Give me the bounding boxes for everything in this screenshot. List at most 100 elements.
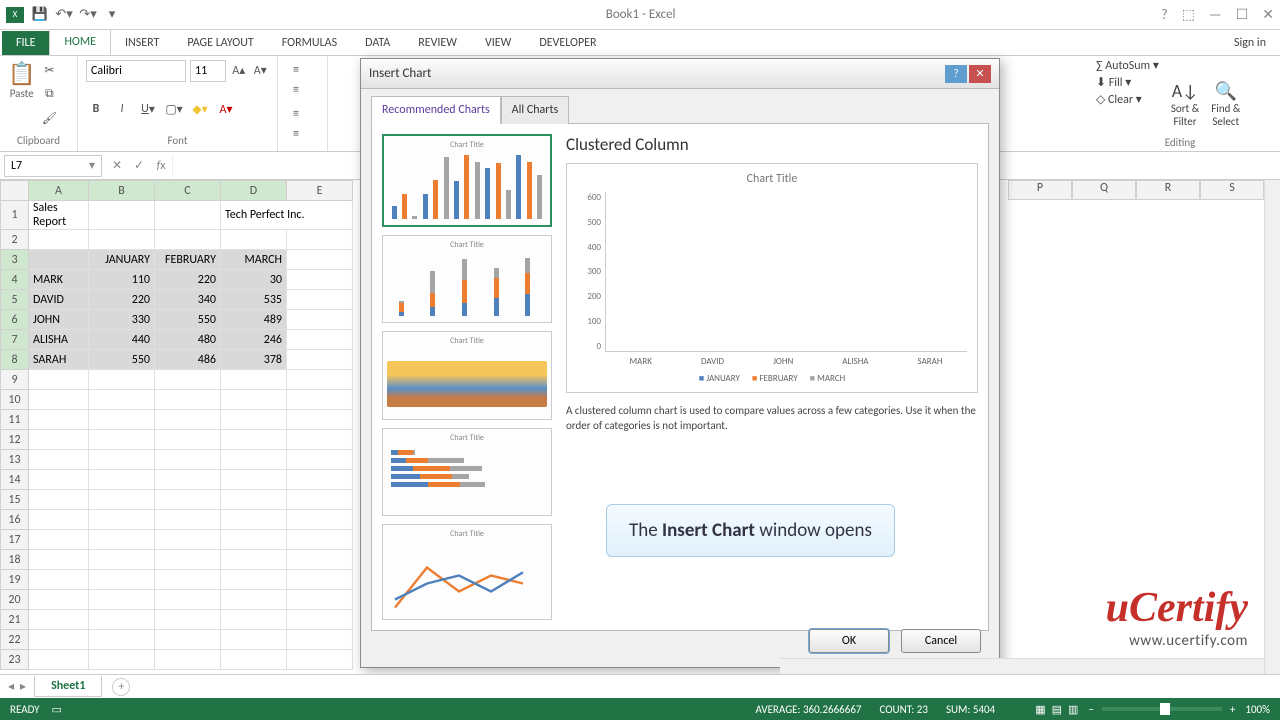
col-header-a[interactable]: A	[29, 181, 89, 201]
vertical-scrollbar[interactable]	[1264, 180, 1280, 674]
undo-icon[interactable]: ↶▾	[56, 7, 72, 23]
normal-view-icon[interactable]: ▦	[1035, 703, 1045, 716]
col-header-c[interactable]: C	[155, 181, 221, 201]
tab-formulas[interactable]: FORMULAS	[268, 31, 351, 55]
ribbon-options-icon[interactable]: ⬚	[1182, 6, 1195, 23]
close-icon[interactable]: ✕	[1262, 6, 1274, 23]
page-layout-view-icon[interactable]: ▤	[1052, 703, 1062, 716]
title-bar: X 💾 ↶▾ ↷▾ ▾ Book1 - Excel ? ⬚ — ☐ ✕	[0, 0, 1280, 30]
chart-preview-box[interactable]: Chart Title 6005004003002001000 MARKDAVI…	[566, 163, 978, 393]
editing-group-label: Editing	[1090, 136, 1270, 149]
horizontal-scrollbar[interactable]	[780, 658, 1264, 674]
insert-chart-dialog: Insert Chart ? ✕ Recommended Charts All …	[360, 58, 1000, 668]
col-header-b[interactable]: B	[89, 181, 155, 201]
format-painter-icon[interactable]: 🖌	[39, 108, 59, 128]
paste-icon[interactable]: 📋	[8, 60, 35, 87]
increase-font-icon[interactable]: A▴	[230, 60, 248, 80]
file-tab[interactable]: FILE	[2, 31, 49, 55]
macro-record-icon[interactable]: ▭	[52, 703, 62, 716]
clipboard-group: 📋 Paste ✂ ⧉ 🖌 Clipboard	[0, 56, 78, 151]
font-size-input[interactable]	[190, 60, 226, 82]
right-col-headers: P Q R S	[1008, 180, 1264, 200]
font-group: A▴ A▾ B I U▾ ▢▾ ◆▾ A▾ Font	[78, 56, 278, 151]
maximize-icon[interactable]: ☐	[1236, 6, 1249, 23]
copy-icon[interactable]: ⧉	[39, 84, 59, 104]
tab-insert[interactable]: INSERT	[111, 31, 173, 55]
cut-icon[interactable]: ✂	[39, 60, 59, 80]
dialog-close-icon[interactable]: ✕	[969, 65, 991, 83]
fill-button[interactable]: ⬇ Fill ▾	[1096, 75, 1159, 90]
tab-data[interactable]: DATA	[351, 31, 404, 55]
sheet-nav-first-icon[interactable]: ◂	[8, 679, 14, 694]
tab-recommended-charts[interactable]: Recommended Charts	[371, 96, 501, 124]
watermark-brand: uCertify	[1106, 584, 1248, 632]
cell[interactable]: Tech Perfect Inc.	[221, 201, 353, 230]
excel-icon: X	[6, 7, 24, 23]
status-bar: READY ▭ AVERAGE: 360.2666667 COUNT: 23 S…	[0, 698, 1280, 720]
clipboard-group-label: Clipboard	[8, 132, 69, 147]
tab-page-layout[interactable]: PAGE LAYOUT	[173, 31, 267, 55]
zoom-out-icon[interactable]: −	[1088, 703, 1093, 716]
tab-review[interactable]: REVIEW	[404, 31, 471, 55]
quick-access-toolbar: X 💾 ↶▾ ↷▾ ▾	[6, 7, 120, 23]
zoom-in-icon[interactable]: +	[1230, 703, 1235, 716]
zoom-slider[interactable]	[1102, 707, 1222, 711]
watermark-url: www.ucertify.com	[1106, 632, 1248, 650]
align-left-icon[interactable]: ≡	[286, 104, 306, 124]
save-icon[interactable]: 💾	[32, 7, 48, 23]
page-break-view-icon[interactable]: ▥	[1068, 703, 1078, 716]
font-name-input[interactable]	[86, 60, 186, 82]
decrease-font-icon[interactable]: A▾	[252, 60, 270, 80]
chart-type-title: Clustered Column	[566, 134, 978, 155]
thumb-stacked-column[interactable]: Chart Title	[382, 235, 552, 323]
help-icon[interactable]: ?	[1161, 6, 1168, 23]
dialog-help-icon[interactable]: ?	[945, 65, 967, 83]
ribbon-tabs: FILE HOME INSERT PAGE LAYOUT FORMULAS DA…	[0, 30, 1280, 56]
tab-all-charts[interactable]: All Charts	[501, 96, 570, 124]
alignment-group-partial: ≡≡ ≡≡	[278, 56, 328, 151]
plot-area	[605, 192, 967, 352]
cancel-formula-icon[interactable]: ✕	[106, 158, 128, 173]
thumb-line[interactable]: Chart Title	[382, 524, 552, 620]
font-color-icon[interactable]: A▾	[216, 99, 236, 119]
thumb-stacked-area[interactable]: Chart Title	[382, 331, 552, 419]
thumb-clustered-column[interactable]: Chart Title	[382, 134, 552, 227]
add-sheet-icon[interactable]: +	[112, 678, 130, 696]
italic-icon[interactable]: I	[112, 99, 132, 119]
chart-thumbnails: Chart Title Chart Title Chart Title Char…	[382, 134, 552, 620]
tab-home[interactable]: HOME	[49, 29, 111, 55]
autosum-button[interactable]: ∑ AutoSum ▾	[1096, 58, 1159, 73]
align-center-icon[interactable]: ≡	[286, 124, 306, 144]
thumb-stacked-bar[interactable]: Chart Title	[382, 428, 552, 516]
status-ready: READY	[10, 703, 40, 716]
clear-button[interactable]: ◇ Clear ▾	[1096, 92, 1159, 107]
ok-button[interactable]: OK	[809, 629, 889, 653]
sheet-nav-last-icon[interactable]: ▸	[20, 679, 26, 694]
fill-color-icon[interactable]: ◆▾	[190, 99, 210, 119]
border-icon[interactable]: ▢▾	[164, 99, 184, 119]
fx-icon[interactable]: fx	[150, 159, 172, 173]
align-mid-icon[interactable]: ≡	[286, 80, 306, 100]
row-header[interactable]: 1	[1, 201, 29, 230]
sheet-tabs: ◂ ▸ Sheet1 +	[0, 674, 1280, 698]
cell[interactable]: Sales Report	[29, 201, 89, 230]
tab-developer[interactable]: DEVELOPER	[525, 31, 610, 55]
cancel-button[interactable]: Cancel	[901, 629, 981, 653]
qat-more-icon[interactable]: ▾	[104, 7, 120, 23]
redo-icon[interactable]: ↷▾	[80, 7, 96, 23]
enter-formula-icon[interactable]: ✓	[128, 158, 150, 173]
col-header-d[interactable]: D	[221, 181, 287, 201]
dialog-title-bar[interactable]: Insert Chart ? ✕	[361, 59, 999, 89]
align-top-icon[interactable]: ≡	[286, 60, 306, 80]
chart-legend: JANUARY FEBRUARY MARCH	[577, 373, 967, 384]
tab-view[interactable]: VIEW	[471, 31, 525, 55]
sheet-tab-1[interactable]: Sheet1	[34, 676, 102, 697]
chart-title: Chart Title	[577, 172, 967, 186]
zoom-level[interactable]: 100%	[1245, 703, 1270, 716]
sign-in-link[interactable]: Sign in	[1220, 31, 1280, 55]
name-box[interactable]: L7▾	[4, 155, 102, 177]
bold-icon[interactable]: B	[86, 99, 106, 119]
minimize-icon[interactable]: —	[1209, 6, 1222, 23]
underline-icon[interactable]: U▾	[138, 99, 158, 119]
col-header-e[interactable]: E	[287, 181, 353, 201]
